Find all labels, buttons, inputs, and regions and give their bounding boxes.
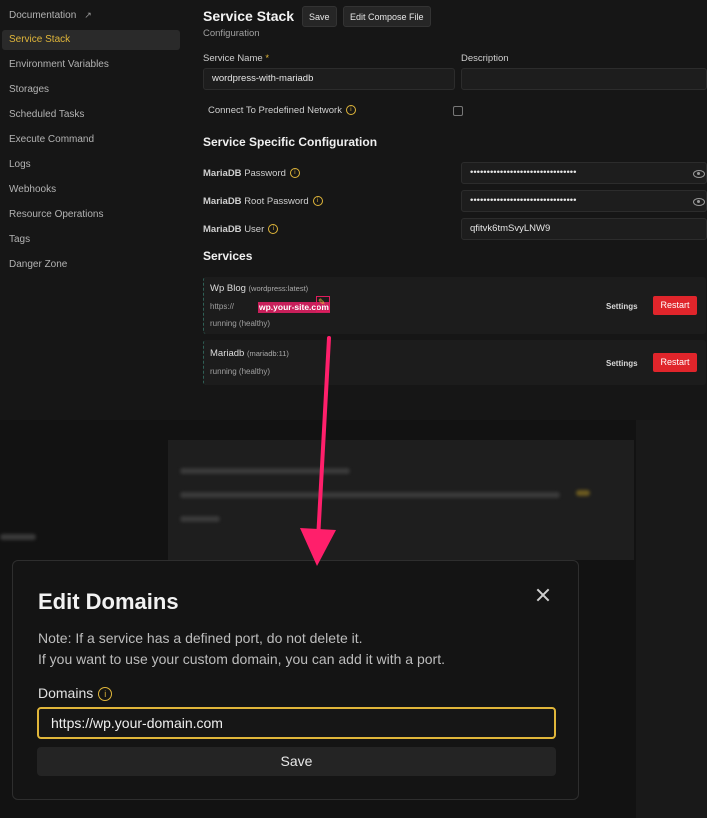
info-icon: i bbox=[268, 224, 279, 235]
info-icon: i bbox=[312, 196, 323, 207]
domains-label: Domains i bbox=[38, 685, 113, 702]
service-status: running (healthy) bbox=[210, 319, 271, 328]
sidebar-item-environment-variables[interactable]: Environment Variables bbox=[2, 55, 180, 75]
mariadb-root-password-label: MariaDB Root Password i bbox=[203, 196, 323, 207]
sidebar-item-resource-operations[interactable]: Resource Operations bbox=[2, 205, 180, 225]
close-icon[interactable] bbox=[535, 587, 551, 603]
mariadb-password-input[interactable]: •••••••••••••••••••••••••••••••• bbox=[461, 162, 707, 184]
domains-input[interactable]: https://wp.your-domain.com bbox=[37, 707, 556, 739]
eye-icon[interactable] bbox=[693, 170, 705, 178]
external-link-icon: ↗ bbox=[84, 10, 92, 20]
service-card-mariadb[interactable]: Mariadb (mariadb:11) running (healthy) S… bbox=[203, 340, 706, 385]
dialog-save-button[interactable]: Save bbox=[37, 747, 556, 776]
service-name: Wp Blog (wordpress:latest) bbox=[210, 283, 309, 294]
service-url-prefix: https:// bbox=[210, 302, 235, 311]
service-stack-panel: Documentation ↗ Service Stack Environment… bbox=[0, 0, 707, 420]
network-checkbox[interactable] bbox=[453, 106, 463, 116]
sidebar: Documentation ↗ Service Stack Environment… bbox=[0, 0, 186, 420]
right-strip bbox=[636, 420, 707, 818]
edit-domains-dialog: Edit Domains Note: If a service has a de… bbox=[12, 560, 579, 800]
page-subtitle: Configuration bbox=[203, 28, 260, 39]
blurred-text bbox=[0, 534, 36, 540]
mariadb-root-password-input[interactable]: •••••••••••••••••••••••••••••••• bbox=[461, 190, 707, 212]
specific-config-heading: Service Specific Configuration bbox=[203, 135, 378, 149]
blurred-service-card bbox=[168, 440, 634, 560]
service-name-label: Service Name * bbox=[203, 53, 270, 64]
restart-button[interactable]: Restart bbox=[653, 296, 697, 315]
settings-button[interactable]: Settings bbox=[606, 359, 638, 368]
mariadb-user-label: MariaDB User i bbox=[203, 224, 279, 235]
sidebar-item-danger-zone[interactable]: Danger Zone bbox=[2, 255, 180, 275]
dialog-title: Edit Domains bbox=[38, 589, 179, 614]
services-heading: Services bbox=[203, 249, 253, 263]
service-name-input[interactable]: wordpress-with-mariadb bbox=[203, 68, 455, 90]
sidebar-item-scheduled-tasks[interactable]: Scheduled Tasks bbox=[2, 105, 180, 125]
sidebar-item-webhooks[interactable]: Webhooks bbox=[2, 180, 180, 200]
main-content: Service Stack Save Edit Compose File Con… bbox=[193, 0, 707, 420]
dialog-note-line1: Note: If a service has a defined port, d… bbox=[38, 630, 363, 646]
description-label: Description bbox=[461, 53, 509, 64]
sidebar-item-storages[interactable]: Storages bbox=[2, 80, 180, 100]
dialog-note-line2: If you want to use your custom domain, y… bbox=[38, 651, 445, 667]
sidebar-item-execute-command[interactable]: Execute Command bbox=[2, 130, 180, 150]
edit-compose-file-button[interactable]: Edit Compose File bbox=[343, 6, 431, 27]
settings-button[interactable]: Settings bbox=[606, 302, 638, 311]
sidebar-item-logs[interactable]: Logs bbox=[2, 155, 180, 175]
service-status: running (healthy) bbox=[210, 367, 271, 376]
page-title: Service Stack bbox=[203, 8, 295, 24]
save-button[interactable]: Save bbox=[302, 6, 337, 27]
mariadb-user-input[interactable]: qfitvk6tmSvyLNW9 bbox=[461, 218, 707, 240]
sidebar-item-service-stack[interactable]: Service Stack bbox=[2, 30, 180, 50]
sidebar-item-documentation[interactable]: Documentation ↗ bbox=[2, 5, 180, 25]
info-icon: i bbox=[98, 687, 113, 702]
info-icon: i bbox=[345, 105, 356, 116]
network-label: Connect To Predefined Network i bbox=[208, 105, 356, 116]
service-name: Mariadb (mariadb:11) bbox=[210, 348, 289, 359]
eye-icon[interactable] bbox=[693, 198, 705, 206]
restart-button[interactable]: Restart bbox=[653, 353, 697, 372]
info-icon: i bbox=[289, 168, 300, 179]
service-card-wp-blog[interactable]: Wp Blog (wordpress:latest) https:// wp.y… bbox=[203, 277, 706, 334]
sidebar-item-tags[interactable]: Tags bbox=[2, 230, 180, 250]
mariadb-password-label: MariaDB Password i bbox=[203, 168, 300, 179]
required-mark: * bbox=[265, 53, 270, 64]
description-input[interactable] bbox=[461, 68, 707, 90]
edit-domain-pencil-icon[interactable]: ✎ bbox=[316, 296, 330, 312]
